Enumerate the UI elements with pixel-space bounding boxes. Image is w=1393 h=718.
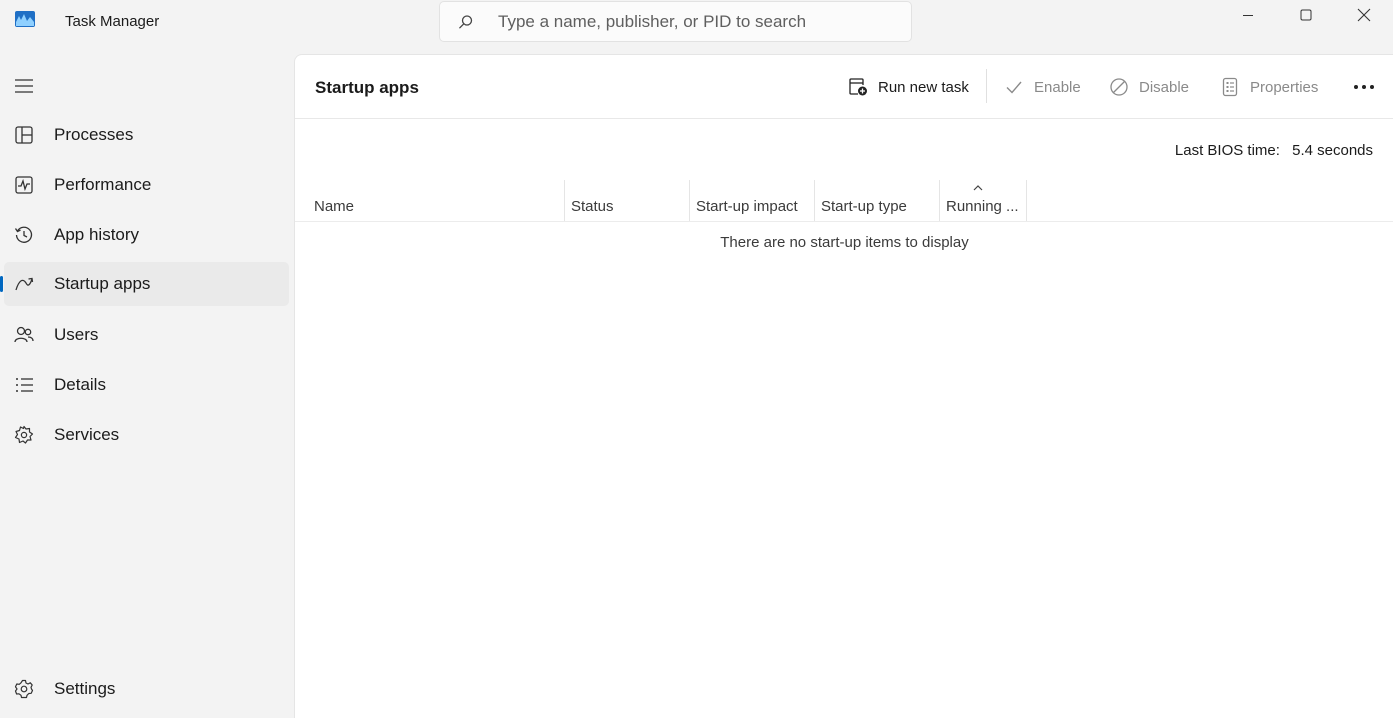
column-header-label: Status xyxy=(571,198,614,215)
title-bar: Task Manager xyxy=(0,0,1393,44)
column-header-status[interactable]: Status xyxy=(564,180,689,221)
sidebar-item-app-history[interactable]: App history xyxy=(4,213,289,257)
sidebar-item-processes[interactable]: Processes xyxy=(4,113,289,157)
checkmark-icon xyxy=(1006,81,1022,94)
settings-gear-icon xyxy=(14,679,34,699)
column-header-name[interactable]: Name xyxy=(295,180,564,221)
run-new-task-icon xyxy=(849,78,867,96)
empty-list-message: There are no start-up items to display xyxy=(720,234,969,251)
column-header-label: Name xyxy=(314,198,355,215)
sidebar-item-label: Settings xyxy=(54,679,116,698)
column-header-label: Start-up type xyxy=(821,198,907,215)
sidebar-item-label: Performance xyxy=(54,175,152,194)
toolbar-divider xyxy=(295,118,1393,119)
properties-label: Properties xyxy=(1250,78,1319,96)
task-manager-logo-icon xyxy=(15,11,35,27)
enable-label: Enable xyxy=(1034,78,1081,96)
sidebar-item-users[interactable]: Users xyxy=(4,313,289,357)
sidebar-item-label: Users xyxy=(54,325,99,344)
more-options-button[interactable] xyxy=(1350,73,1378,101)
sidebar-item-label: Processes xyxy=(54,125,134,144)
column-header-startup-impact[interactable]: Start-up impact xyxy=(689,180,814,221)
sidebar-item-label: Startup apps xyxy=(54,274,151,293)
disable-label: Disable xyxy=(1139,78,1190,96)
app-history-icon xyxy=(14,226,33,243)
navigation-toggle-button[interactable] xyxy=(8,66,40,106)
properties-icon xyxy=(1222,77,1238,97)
maximize-button[interactable] xyxy=(1277,0,1335,30)
sidebar-item-services[interactable]: Services xyxy=(4,413,289,457)
search-box[interactable] xyxy=(439,1,912,42)
toolbar-separator xyxy=(986,69,987,103)
minimize-button[interactable] xyxy=(1219,0,1277,30)
properties-button[interactable]: Properties xyxy=(1220,73,1318,101)
page-title: Startup apps xyxy=(315,78,419,97)
sidebar-item-label: Services xyxy=(54,425,120,444)
header-bottom-line xyxy=(295,221,1393,222)
column-header-label: Start-up impact xyxy=(696,198,798,215)
sidebar-item-performance[interactable]: Performance xyxy=(4,163,289,207)
active-indicator xyxy=(0,276,3,292)
column-header-startup-type[interactable]: Start-up type xyxy=(814,180,939,221)
enable-button[interactable]: Enable xyxy=(1004,73,1081,101)
main-content: Startup apps Run new task Enable Disable xyxy=(294,54,1393,718)
maximize-icon xyxy=(1300,9,1312,21)
run-new-task-button[interactable]: Run new task xyxy=(848,73,969,101)
disable-circle-icon xyxy=(1110,78,1128,96)
details-list-icon xyxy=(16,378,33,392)
run-new-task-label: Run new task xyxy=(878,78,969,96)
bios-value: 5.4 seconds xyxy=(1292,142,1373,159)
sidebar-item-label: App history xyxy=(54,225,140,244)
last-bios-time: Last BIOS time: 5.4 seconds xyxy=(1175,142,1373,159)
sidebar-item-settings[interactable]: Settings xyxy=(4,667,289,711)
services-icon xyxy=(14,425,34,444)
minimize-icon xyxy=(1243,15,1253,16)
search-icon xyxy=(459,15,473,29)
more-options-icon xyxy=(1354,85,1374,89)
column-header-label: Running ... xyxy=(946,198,1019,215)
app-title: Task Manager xyxy=(65,13,160,30)
bios-label: Last BIOS time: xyxy=(1174,142,1280,159)
close-button[interactable] xyxy=(1335,0,1393,30)
performance-icon xyxy=(15,176,33,194)
sort-ascending-chevron-icon xyxy=(973,185,983,191)
column-divider[interactable] xyxy=(1026,180,1027,221)
sidebar-item-startup-apps[interactable]: Startup apps xyxy=(0,262,289,306)
sidebar-item-details[interactable]: Details xyxy=(4,363,289,407)
close-icon xyxy=(1357,8,1371,22)
search-input[interactable] xyxy=(496,2,896,41)
users-icon xyxy=(14,326,34,343)
sidebar: Processes Performance App history Startu… xyxy=(0,44,294,718)
processes-icon xyxy=(15,126,33,144)
column-header-running[interactable]: Running ... xyxy=(939,180,1026,221)
disable-button[interactable]: Disable xyxy=(1109,73,1189,101)
sidebar-item-label: Details xyxy=(54,375,106,394)
hamburger-menu-icon xyxy=(15,79,33,93)
startup-apps-icon xyxy=(15,277,34,291)
